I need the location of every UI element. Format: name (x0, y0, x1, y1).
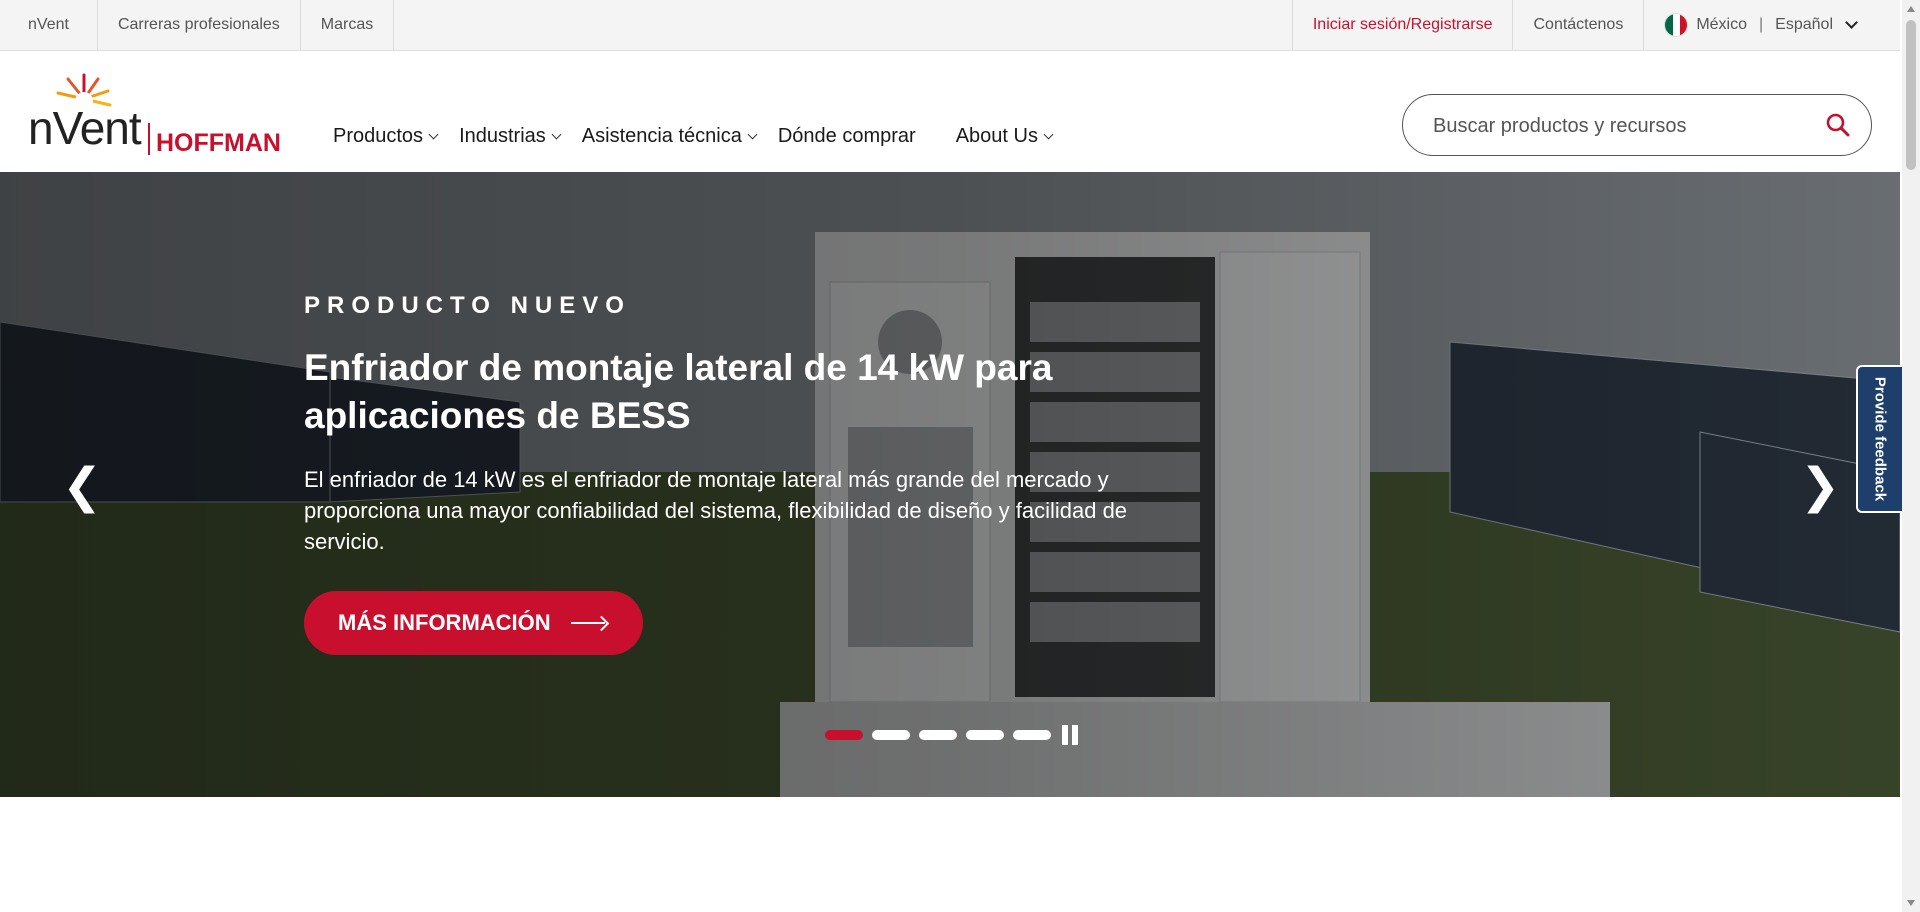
carousel-indicators (825, 725, 1078, 745)
carousel-next-button[interactable]: ❯ (1800, 457, 1840, 517)
carousel-dot[interactable] (919, 730, 957, 740)
chevron-down-icon (1043, 129, 1054, 140)
chevron-down-icon (428, 129, 439, 140)
search-input[interactable] (1433, 111, 1813, 141)
main-header: nVent HOFFMAN Productos Industrias Asist… (0, 51, 1900, 172)
page-scrollbar[interactable] (1902, 0, 1920, 912)
country-label: México (1696, 16, 1748, 33)
nav-item-label: Productos (333, 125, 424, 147)
nvent-hoffman-logo[interactable]: nVent HOFFMAN (28, 73, 288, 163)
utility-bar: nVent Carreras profesionales Marcas Inic… (0, 0, 1900, 51)
scrollbar-thumb[interactable] (1906, 20, 1916, 170)
hero-carousel: PRODUCTO NUEVO Enfriador de montaje late… (0, 172, 1900, 797)
main-nav: Productos Industrias Asistencia técnica … (333, 125, 1074, 148)
utility-left-links: nVent Carreras profesionales Marcas (0, 0, 395, 50)
locale-selector[interactable]: México | Español (1644, 0, 1900, 50)
search-box (1402, 94, 1872, 156)
more-info-button[interactable]: MÁS INFORMACIÓN (304, 591, 643, 655)
more-info-label: MÁS INFORMACIÓN (338, 610, 551, 635)
search-icon[interactable] (1825, 112, 1851, 138)
nav-item-label: About Us (955, 125, 1038, 147)
utility-link-careers[interactable]: Carreras profesionales (98, 0, 301, 50)
carousel-prev-button[interactable]: ❮ (62, 457, 102, 517)
chevron-down-icon (1845, 16, 1858, 29)
nav-item-products[interactable]: Productos (333, 125, 439, 148)
nav-item-label: Industrias (459, 125, 546, 147)
contact-link[interactable]: Contáctenos (1513, 0, 1645, 50)
hero-description: El enfriador de 14 kW es el enfriador de… (304, 467, 1128, 554)
hero-eyebrow: PRODUCTO NUEVO (304, 292, 631, 319)
carousel-dot[interactable] (872, 730, 910, 740)
nav-item-label: Asistencia técnica (581, 125, 742, 147)
provide-feedback-tab[interactable]: Provide feedback (1856, 365, 1902, 513)
hero-content: PRODUCTO NUEVO Enfriador de montaje late… (304, 292, 1204, 655)
carousel-dot[interactable] (1013, 730, 1051, 740)
hero-title: Enfriador de montaje lateral de 14 kW pa… (304, 347, 1053, 436)
nav-item-label: Dónde comprar (777, 125, 916, 147)
scroll-up-icon[interactable] (1907, 6, 1915, 12)
language-label: Español (1775, 16, 1833, 33)
nav-item-industries[interactable]: Industrias (459, 125, 562, 148)
locale-separator: | (1759, 16, 1764, 33)
logo-wordmark: nVent (28, 102, 142, 154)
pause-icon[interactable] (1062, 725, 1078, 745)
feedback-label: Provide feedback (1871, 376, 1889, 502)
signin-link[interactable]: Iniciar sesión/Registrarse (1291, 0, 1514, 50)
mexico-flag-icon (1664, 13, 1689, 37)
nav-item-where-to-buy[interactable]: Dónde comprar (778, 125, 916, 148)
nav-item-support[interactable]: Asistencia técnica (581, 125, 758, 148)
carousel-dot[interactable] (966, 730, 1004, 740)
utility-right-links: Iniciar sesión/Registrarse Contáctenos M… (1291, 0, 1900, 50)
nav-item-about[interactable]: About Us (955, 125, 1054, 148)
carousel-dot[interactable] (825, 730, 863, 740)
utility-link-nvent[interactable]: nVent (0, 0, 98, 50)
logo-divider (148, 123, 150, 155)
arrow-right-icon (570, 616, 609, 630)
utility-link-brands[interactable]: Marcas (301, 0, 395, 50)
chevron-down-icon (551, 129, 562, 140)
logo-brand: HOFFMAN (156, 129, 281, 157)
chevron-down-icon (747, 129, 758, 140)
scroll-down-icon[interactable] (1907, 900, 1915, 906)
